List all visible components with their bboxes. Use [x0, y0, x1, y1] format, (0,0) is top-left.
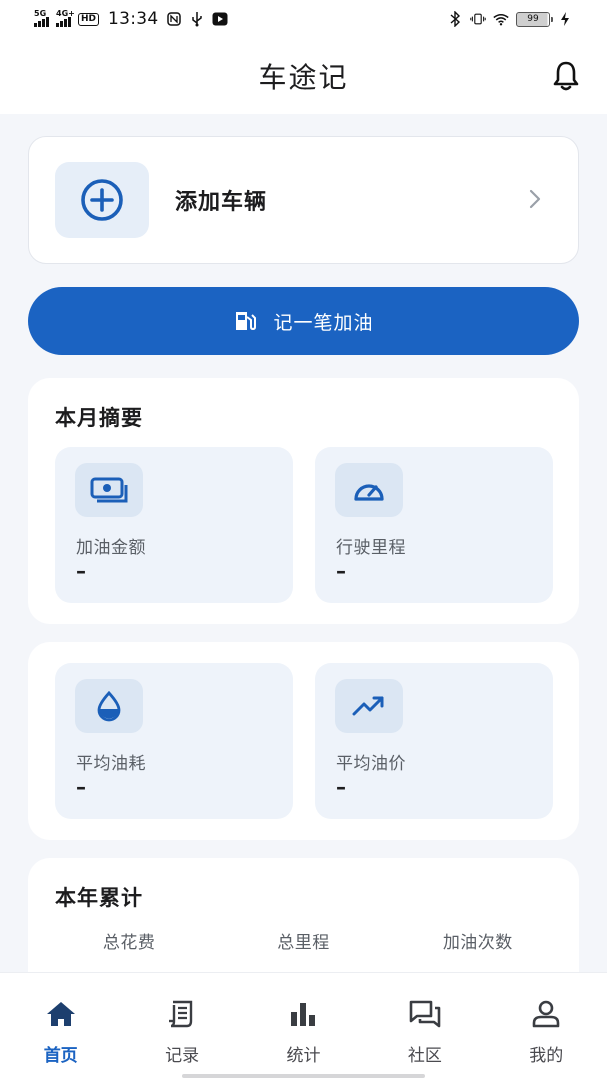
signal-5g-icon: 5G [34, 9, 49, 27]
fuel-drop-icon [75, 679, 143, 733]
bottom-nav: 首页 记录 统计 社区 我的 [0, 972, 607, 1080]
bar-chart-icon [286, 997, 320, 1031]
refuel-count-label: 加油次数 [442, 933, 513, 953]
app-header: 车途记 [0, 38, 607, 114]
status-bar-left: 5G 4G+ HD 13:34 [34, 9, 228, 29]
avg-consumption-value: – [76, 775, 86, 799]
total-mileage-label: 总里程 [277, 933, 330, 953]
signal-4g-label: 4G+ [56, 9, 75, 18]
avg-price-tile[interactable]: 平均油价 – [315, 663, 553, 819]
record-fuel-button[interactable]: 记一笔加油 [28, 287, 579, 355]
nav-item-community[interactable]: 社区 [364, 973, 485, 1080]
page-title: 车途记 [258, 61, 349, 94]
home-indicator[interactable] [182, 1074, 425, 1078]
avg-price-value: – [336, 775, 346, 799]
monthly-summary-card: 本月摘要 加油金额 – 行驶里程 – [28, 378, 579, 624]
nav-item-stats[interactable]: 统计 [243, 973, 364, 1080]
charging-icon [557, 11, 573, 27]
nav-label-profile: 我的 [529, 1046, 564, 1066]
fuel-cost-value: – [76, 559, 86, 583]
bell-icon[interactable] [551, 60, 581, 92]
avg-consumption-tile[interactable]: 平均油耗 – [55, 663, 293, 819]
video-app-icon [212, 11, 228, 27]
receipt-icon [165, 997, 199, 1031]
add-vehicle-icon-box [55, 162, 149, 238]
mileage-tile[interactable]: 行驶里程 – [315, 447, 553, 603]
nav-item-records[interactable]: 记录 [122, 973, 243, 1080]
home-icon [44, 997, 78, 1031]
fuel-cost-label: 加油金额 [76, 538, 146, 558]
year-total-title: 本年累计 [55, 886, 143, 910]
usb-icon [189, 11, 205, 27]
signal-4g-icon: 4G+ [56, 9, 75, 27]
mileage-value: – [336, 559, 346, 583]
monthly-summary-title: 本月摘要 [55, 406, 143, 430]
chat-icon [408, 997, 442, 1031]
speedometer-icon [335, 463, 403, 517]
mileage-label: 行驶里程 [336, 538, 406, 558]
signal-5g-label: 5G [34, 9, 47, 18]
money-icon [75, 463, 143, 517]
status-bar-right: 99 [447, 11, 573, 27]
nfc-icon [166, 11, 182, 27]
avg-price-label: 平均油价 [336, 754, 406, 774]
nav-item-home[interactable]: 首页 [0, 973, 121, 1080]
nav-label-stats: 统计 [286, 1046, 321, 1066]
wifi-icon [493, 11, 509, 27]
nav-label-community: 社区 [407, 1046, 442, 1066]
user-icon [529, 997, 563, 1031]
nav-label-records: 记录 [165, 1046, 200, 1066]
add-vehicle-card[interactable]: 添加车辆 [28, 136, 579, 264]
status-time: 13:34 [108, 9, 159, 29]
status-bar: 5G 4G+ HD 13:34 99 [0, 0, 607, 38]
battery-icon: 99 [516, 11, 553, 27]
record-fuel-label: 记一笔加油 [273, 311, 374, 334]
chevron-right-icon [529, 189, 541, 209]
total-cost-label: 总花费 [102, 933, 156, 953]
plus-circle-icon [81, 179, 123, 221]
nav-label-home: 首页 [43, 1046, 78, 1066]
nav-item-profile[interactable]: 我的 [486, 973, 607, 1080]
app-screen: 5G 4G+ HD 13:34 99 车途记 添加车辆 记一笔加油 本月摘要 加… [0, 0, 607, 1080]
add-vehicle-label: 添加车辆 [175, 190, 268, 215]
trend-up-icon [335, 679, 403, 733]
hd-voice-icon: HD [78, 12, 100, 26]
bluetooth-icon [447, 11, 463, 27]
averages-card: 平均油耗 – 平均油价 – [28, 642, 579, 840]
fuel-cost-tile[interactable]: 加油金额 – [55, 447, 293, 603]
avg-consumption-label: 平均油耗 [76, 754, 146, 774]
gas-pump-icon [236, 312, 257, 331]
vibrate-icon [470, 11, 486, 27]
